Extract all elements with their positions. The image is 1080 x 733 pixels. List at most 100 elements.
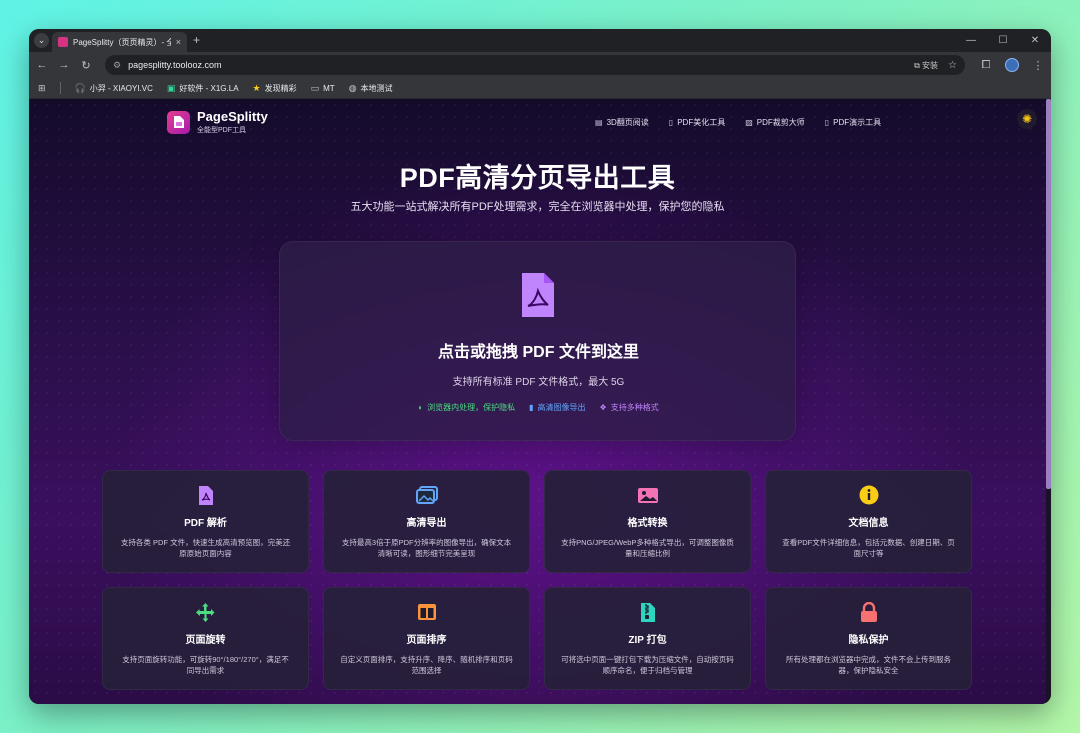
card-title: 页面排序	[406, 635, 447, 646]
page-title: PDF高清分页导出工具	[399, 163, 676, 193]
bookmark-item[interactable]: ▣ 好软件 - X1G.LA	[167, 83, 239, 94]
zip-file-icon	[640, 602, 655, 622]
bookmark-star-icon[interactable]: ☆	[948, 60, 957, 71]
url-text[interactable]: pagesplitty.toolooz.com	[128, 60, 907, 70]
pdf-dropzone[interactable]: 点击或拖拽 PDF 文件到这里 支持所有标准 PDF 文件格式，最大 5G ◐ 浏…	[279, 241, 796, 441]
nav-3d-reader[interactable]: ▤ 3D翻页阅读	[595, 117, 649, 128]
bookmarks-bar: ⊞ 🎧 小羿 - XIAOYI.VC ▣ 好软件 - X1G.LA ★ 发现精彩 ▭ M…	[29, 78, 1051, 99]
feature-privacy: ◐ 浏览器内处理，保护隐私	[418, 403, 516, 412]
card-title: PDF 解析	[184, 518, 227, 529]
feature-hd-export: ▮ 高清图像导出	[529, 403, 586, 412]
bookmark-item[interactable]: 🎧 小羿 - XIAOYI.VC	[75, 83, 153, 94]
tab-search-button[interactable]: ⌄	[34, 33, 49, 48]
window-controls: — ☐ ✕	[955, 29, 1051, 52]
feature-card-pdf-parse: PDF 解析 支持各类 PDF 文件，快速生成高清预览图，完美还原原始页面内容	[102, 470, 309, 573]
card-title: 格式转换	[627, 518, 668, 529]
logo-subtitle: 全能型PDF工具	[197, 127, 246, 134]
extensions-icon[interactable]: ⧠	[979, 59, 993, 72]
images-icon	[415, 486, 438, 504]
logo-name: PageSplitty	[197, 109, 268, 124]
bookmark-item[interactable]: ◍ 本地测试	[349, 83, 393, 94]
logo-file-icon	[167, 110, 190, 134]
file-image-icon: ▮	[529, 403, 534, 412]
profile-avatar[interactable]	[1005, 58, 1019, 72]
card-title: 文档信息	[848, 518, 889, 529]
image-icon	[637, 487, 658, 503]
document-icon: ▯	[824, 118, 830, 127]
card-title: 页面旋转	[185, 635, 226, 646]
card-desc: 所有处理都在浏览器中完成，文件不会上传到服务器，保护隐私安全	[786, 655, 951, 675]
book-icon: ▤	[595, 118, 603, 127]
install-label: 安装	[922, 60, 939, 70]
page-subtitle: 五大功能一站式解决所有PDF处理需求，完全在浏览器中处理，保护您的隐私	[350, 201, 725, 213]
arrows-move-icon	[196, 602, 215, 622]
feature-formats: ❖ 支持多种格式	[599, 403, 659, 412]
headphones-icon: 🎧	[74, 82, 86, 93]
columns-icon	[417, 604, 436, 620]
card-title: 高清导出	[406, 518, 447, 529]
image-icon: ▨	[745, 118, 753, 127]
maximize-icon[interactable]: ☐	[987, 29, 1019, 52]
page-scrollbar[interactable]	[1046, 99, 1051, 704]
top-nav: ▤ 3D翻页阅读 ▯ PDF美化工具 ▨ PDF裁剪大师 ▯ PDF演示工具	[595, 117, 881, 128]
theme-toggle-sun-icon[interactable]: ✺	[1017, 109, 1037, 129]
info-icon	[859, 485, 878, 505]
globe-icon: ◍	[348, 82, 357, 93]
nav-pdf-crop[interactable]: ▨ PDF裁剪大师	[745, 117, 805, 128]
forward-icon[interactable]: →	[57, 59, 71, 71]
address-bar[interactable]: ⚙ pagesplitty.toolooz.com ⧉ 安装 ☆	[105, 55, 965, 75]
nav-pdf-beautify[interactable]: ▯ PDF美化工具	[669, 117, 725, 128]
star-icon: ★	[252, 82, 261, 93]
folder-icon: ▭	[310, 82, 320, 93]
shield-icon: ◐	[418, 403, 424, 412]
minimize-icon[interactable]: —	[955, 29, 987, 52]
card-title: ZIP 打包	[628, 635, 667, 646]
site-header: PageSplitty 全能型PDF工具 ▤ 3D翻页阅读 ▯ PDF美化工具 ▨ P…	[29, 99, 1046, 145]
site-info-icon[interactable]: ⚙	[113, 60, 121, 71]
scrollbar-thumb[interactable]	[1046, 99, 1051, 489]
new-tab-button[interactable]: +	[193, 33, 200, 47]
dropzone-title: 点击或拖拽 PDF 文件到这里	[438, 344, 639, 361]
close-window-icon[interactable]: ✕	[1019, 29, 1051, 52]
close-tab-icon[interactable]: ×	[176, 37, 181, 47]
tab-title: PageSplitty（页页精灵）- 全能	[73, 37, 171, 47]
site-logo[interactable]: PageSplitty 全能型PDF工具	[167, 109, 268, 135]
dropzone-features: ◐ 浏览器内处理，保护隐私 ▮ 高清图像导出 ❖ 支持多种格式	[280, 402, 797, 413]
browser-toolbar: ← → ↻ ⚙ pagesplitty.toolooz.com ⧉ 安装 ☆ ⧠…	[29, 52, 1051, 78]
card-desc: 支持最高3倍于原PDF分辨率的图像导出，确保文本清晰可读，图形细节完美呈现	[341, 538, 512, 558]
pdf-file-icon	[522, 273, 554, 317]
card-desc: 支持PNG/JPEG/WebP多种格式导出，可调整图像质量和压缩比例	[561, 538, 734, 558]
card-desc: 查看PDF文件详细信息，包括元数据、创建日期、页面尺寸等	[782, 538, 955, 558]
feature-grid: PDF 解析 支持各类 PDF 文件，快速生成高清预览图，完美还原原始页面内容 …	[102, 470, 973, 690]
layers-icon: ❖	[599, 403, 607, 412]
bookmark-item[interactable]: ▭ MT	[311, 83, 335, 94]
feature-card-privacy: 隐私保护 所有处理都在浏览器中完成，文件不会上传到服务器，保护隐私安全	[765, 587, 972, 690]
nav-pdf-present[interactable]: ▯ PDF演示工具	[825, 117, 881, 128]
tab-active[interactable]: PageSplitty（页页精灵）- 全能 ×	[52, 32, 187, 52]
tab-strip: ⌄ PageSplitty（页页精灵）- 全能 × + — ☐ ✕	[29, 29, 1051, 52]
install-icon: ⧉	[914, 60, 923, 70]
card-desc: 支持各类 PDF 文件，快速生成高清预览图，完美还原原始页面内容	[120, 538, 291, 558]
install-button[interactable]: ⧉ 安装	[914, 60, 938, 71]
reload-icon[interactable]: ↻	[79, 59, 93, 72]
menu-kebab-icon[interactable]: ⋮	[1031, 59, 1045, 72]
document-icon: ▯	[668, 118, 674, 127]
feature-card-hd-export: 高清导出 支持最高3倍于原PDF分辨率的图像导出，确保文本清晰可读，图形细节完美…	[323, 470, 530, 573]
feature-card-sort: 页面排序 自定义页面排序，支持升序、降序、随机排序和页码范围选择	[323, 587, 530, 690]
feature-card-rotate: 页面旋转 支持页面旋转功能，可旋转90°/180°/270°，满足不同导出需求	[102, 587, 309, 690]
back-icon[interactable]: ←	[35, 59, 49, 71]
card-desc: 支持页面旋转功能，可旋转90°/180°/270°，满足不同导出需求	[122, 655, 289, 675]
feature-card-doc-info: 文档信息 查看PDF文件详细信息，包括元数据、创建日期、页面尺寸等	[765, 470, 972, 573]
lock-icon	[860, 601, 877, 622]
feature-card-format: 格式转换 支持PNG/JPEG/WebP多种格式导出，可调整图像质量和压缩比例	[544, 470, 751, 573]
apps-grid-icon[interactable]: ⊞	[38, 83, 46, 94]
bookmarks-divider	[59, 82, 61, 94]
pdf-file-icon	[198, 485, 213, 505]
bookmark-item[interactable]: ★ 发现精彩	[253, 83, 297, 94]
card-desc: 可将选中页面一键打包下载为压缩文件，自动按页码顺序命名，便于归档与管理	[561, 655, 734, 675]
feature-card-zip: ZIP 打包 可将选中页面一键打包下载为压缩文件，自动按页码顺序命名，便于归档与…	[544, 587, 751, 690]
browser-window: ⌄ PageSplitty（页页精灵）- 全能 × + — ☐ ✕ ← → ↻ …	[29, 29, 1051, 704]
dropzone-subtitle: 支持所有标准 PDF 文件格式，最大 5G	[452, 377, 625, 388]
app-icon: ▣	[166, 82, 176, 93]
favicon-icon	[58, 37, 68, 47]
